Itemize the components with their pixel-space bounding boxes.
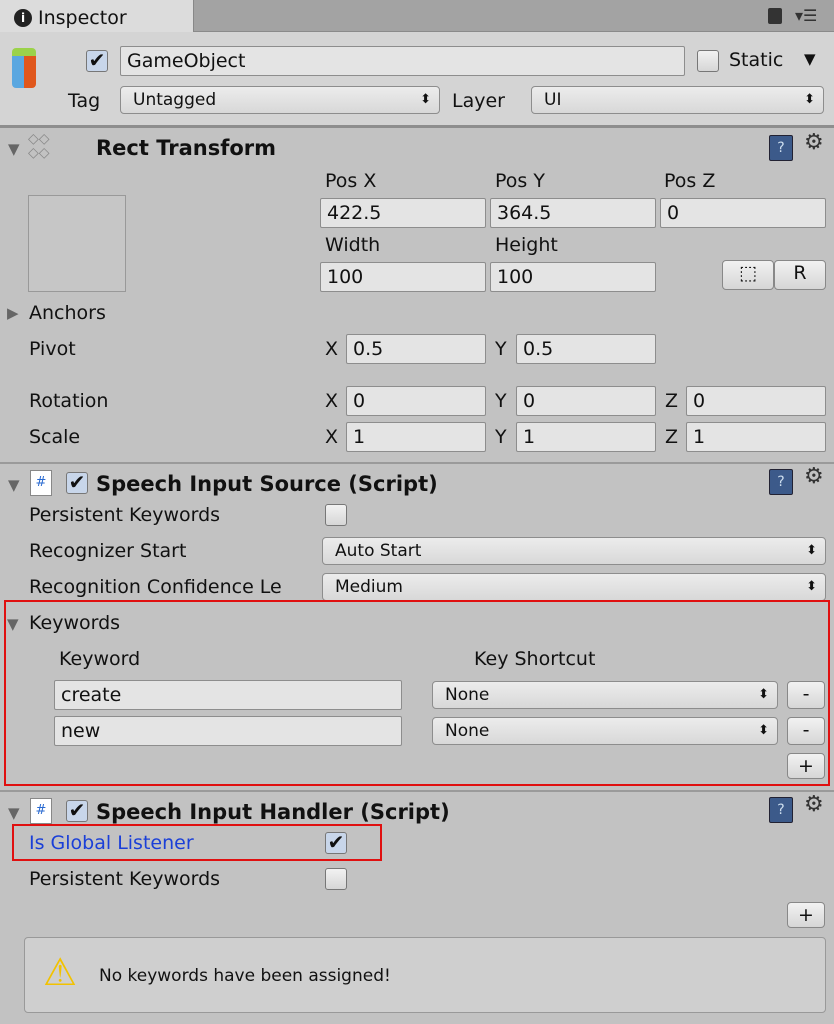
pivot-y-label: Y xyxy=(495,338,507,360)
rot-y-field[interactable]: 0 xyxy=(516,386,656,416)
scale-y-label: Y xyxy=(495,426,507,448)
tag-dropdown[interactable]: Untagged xyxy=(120,86,440,114)
pos-y-field[interactable]: 364.5 xyxy=(490,198,656,228)
rot-x-label: X xyxy=(325,390,339,412)
rot-y-label: Y xyxy=(495,390,507,412)
add-keyword-button[interactable]: + xyxy=(787,753,825,779)
pivot-x-label: X xyxy=(325,338,339,360)
pos-x-label: Pos X xyxy=(325,170,377,192)
component-title: Rect Transform xyxy=(96,136,277,160)
layer-label: Layer xyxy=(452,90,505,112)
is-global-listener-checkbox[interactable]: ✔ xyxy=(325,832,347,854)
rotation-label: Rotation xyxy=(29,390,109,412)
recognizer-start-label: Recognizer Start xyxy=(29,540,187,562)
persistent-keywords-checkbox[interactable] xyxy=(325,868,347,890)
enabled-checkbox[interactable]: ✔ xyxy=(66,472,88,494)
rect-transform-icon: ◇◇ ◇◇ xyxy=(28,131,50,161)
pivot-x-field[interactable]: 0.5 xyxy=(346,334,486,364)
pos-x-field[interactable]: 422.5 xyxy=(320,198,486,228)
layer-dropdown[interactable]: UI xyxy=(531,86,824,114)
foldout-icon[interactable]: ▼ xyxy=(8,140,20,158)
anchors-foldout-icon[interactable]: ▶ xyxy=(7,304,19,322)
warning-text: No keywords have been assigned! xyxy=(99,966,391,986)
tab-bar: i Inspector ▾☰ xyxy=(0,0,834,32)
anchors-label[interactable]: Anchors xyxy=(29,302,106,324)
foldout-icon[interactable]: ▼ xyxy=(8,476,20,494)
pivot-label: Pivot xyxy=(29,338,76,360)
static-checkbox[interactable] xyxy=(697,50,719,72)
info-icon: i xyxy=(14,8,32,27)
raw-edit-button[interactable]: R xyxy=(774,260,826,290)
rot-x-field[interactable]: 0 xyxy=(346,386,486,416)
enabled-checkbox[interactable]: ✔ xyxy=(66,800,88,822)
confidence-level-label: Recognition Confidence Le xyxy=(29,576,282,598)
csharp-script-icon: # xyxy=(30,470,52,496)
speech-input-source-header[interactable]: ▼ # ✔ Speech Input Source (Script) ? ⚙ xyxy=(0,462,834,502)
lock-icon[interactable] xyxy=(768,8,782,24)
gear-icon[interactable]: ⚙ xyxy=(804,792,824,817)
menu-icon[interactable]: ▾☰ xyxy=(795,6,817,25)
width-label: Width xyxy=(325,234,381,256)
height-label: Height xyxy=(495,234,558,256)
rot-z-label: Z xyxy=(665,390,679,412)
scale-z-label: Z xyxy=(665,426,679,448)
warning-box: ⚠ No keywords have been assigned! xyxy=(24,937,826,1013)
width-field[interactable]: 100 xyxy=(320,262,486,292)
pos-y-label: Pos Y xyxy=(495,170,545,192)
foldout-icon[interactable]: ▼ xyxy=(8,804,20,822)
remove-keyword-button[interactable]: - xyxy=(787,681,825,709)
keyword-column-header: Keyword xyxy=(59,648,141,670)
remove-keyword-button[interactable]: - xyxy=(787,717,825,745)
keywords-label[interactable]: Keywords xyxy=(29,612,120,634)
height-field[interactable]: 100 xyxy=(490,262,656,292)
gear-icon[interactable]: ⚙ xyxy=(804,464,824,489)
add-keyword-button[interactable]: + xyxy=(787,902,825,928)
component-title: Speech Input Handler (Script) xyxy=(96,800,450,824)
csharp-script-icon: # xyxy=(30,798,52,824)
persistent-keywords-label: Persistent Keywords xyxy=(29,868,221,890)
scale-label: Scale xyxy=(29,426,81,448)
name-field[interactable]: GameObject xyxy=(120,46,685,76)
rect-transform-header[interactable]: ▼ ◇◇ ◇◇ Rect Transform ? ⚙ xyxy=(0,128,834,168)
pos-z-label: Pos Z xyxy=(664,170,716,192)
active-checkbox[interactable]: ✔ xyxy=(86,50,108,72)
persistent-keywords-label: Persistent Keywords xyxy=(29,504,221,526)
is-global-listener-label: Is Global Listener xyxy=(29,832,194,854)
help-icon[interactable]: ? xyxy=(769,469,793,495)
pos-z-field[interactable]: 0 xyxy=(660,198,826,228)
gameobject-icon xyxy=(12,48,36,88)
confidence-level-dropdown[interactable]: Medium xyxy=(322,573,826,601)
static-dropdown-icon[interactable]: ▼ xyxy=(804,50,816,68)
pivot-y-field[interactable]: 0.5 xyxy=(516,334,656,364)
component-title: Speech Input Source (Script) xyxy=(96,472,438,496)
warning-icon: ⚠ xyxy=(43,950,78,994)
recognizer-start-dropdown[interactable]: Auto Start xyxy=(322,537,826,565)
help-icon[interactable]: ? xyxy=(769,797,793,823)
scale-z-field[interactable]: 1 xyxy=(686,422,826,452)
gameobject-header: ✔ GameObject Static ▼ Tag Untagged Layer… xyxy=(0,32,834,128)
blueprint-mode-button[interactable]: ⬚ xyxy=(722,260,774,290)
rot-z-field[interactable]: 0 xyxy=(686,386,826,416)
keyword-field[interactable]: create xyxy=(54,680,402,710)
shortcut-dropdown[interactable]: None xyxy=(432,717,778,745)
shortcut-column-header: Key Shortcut xyxy=(474,648,596,670)
static-label: Static xyxy=(729,49,784,71)
tag-label: Tag xyxy=(68,90,101,112)
tab-title: Inspector xyxy=(38,6,127,29)
keyword-field[interactable]: new xyxy=(54,716,402,746)
gear-icon[interactable]: ⚙ xyxy=(804,130,824,155)
keywords-foldout-icon[interactable]: ▼ xyxy=(7,615,19,633)
shortcut-dropdown[interactable]: None xyxy=(432,681,778,709)
persistent-keywords-checkbox[interactable] xyxy=(325,504,347,526)
scale-y-field[interactable]: 1 xyxy=(516,422,656,452)
tab-inspector[interactable]: i Inspector xyxy=(0,0,194,32)
help-icon[interactable]: ? xyxy=(769,135,793,161)
scale-x-field[interactable]: 1 xyxy=(346,422,486,452)
anchor-preset-box[interactable] xyxy=(28,195,126,292)
scale-x-label: X xyxy=(325,426,339,448)
